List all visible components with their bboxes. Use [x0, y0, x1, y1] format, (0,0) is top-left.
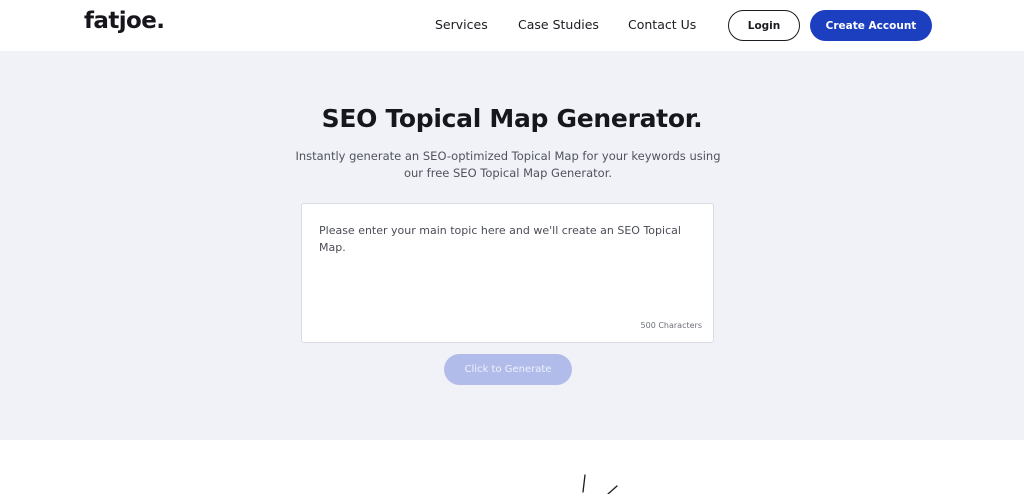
top-navigation-bar: fatjoe. Services Case Studies Contact Us…	[0, 0, 1024, 51]
fatjoe-logo[interactable]: fatjoe.	[84, 8, 165, 34]
character-limit-label: 500 Characters	[640, 321, 702, 330]
hero-section: SEO Topical Map Generator. Instantly gen…	[0, 51, 1024, 440]
nav-link-case-studies[interactable]: Case Studies	[518, 17, 599, 32]
nav-link-contact-us[interactable]: Contact Us	[628, 17, 696, 32]
nav-link-services[interactable]: Services	[435, 17, 488, 32]
decorative-strokes-icon	[582, 474, 618, 494]
topic-input-container: 500 Characters	[301, 203, 714, 343]
topic-input[interactable]	[319, 222, 697, 312]
create-account-button[interactable]: Create Account	[810, 10, 932, 41]
generate-button[interactable]: Click to Generate	[444, 354, 572, 385]
login-button[interactable]: Login	[728, 10, 800, 41]
page-title: SEO Topical Map Generator.	[321, 104, 703, 133]
page-subtitle: Instantly generate an SEO-optimized Topi…	[295, 149, 721, 180]
